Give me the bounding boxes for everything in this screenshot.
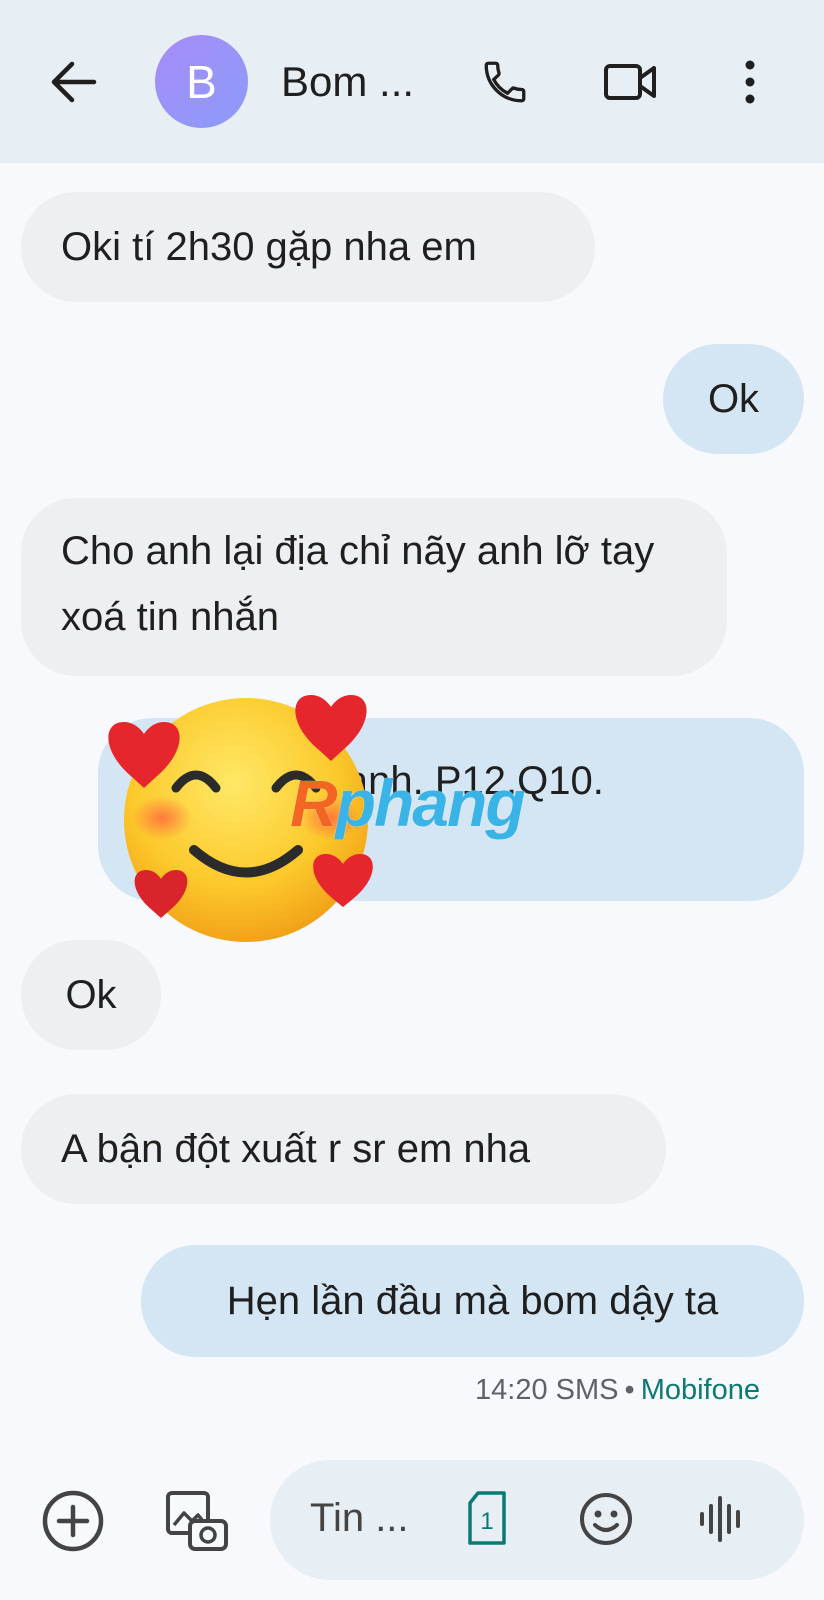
message-bubble-outgoing[interactable]: Ok [663,344,804,454]
carrier-name: Mobifone [640,1374,760,1406]
message-text: A bận đột xuất r sr em nha [61,1127,531,1171]
voice-message-icon[interactable] [695,1488,749,1550]
more-options-icon[interactable] [725,52,775,112]
watermark-text: Rphang [290,766,526,840]
back-arrow-icon[interactable] [44,52,104,112]
add-attachment-icon[interactable] [40,1488,106,1554]
message-bubble-incoming[interactable]: A bận đột xuất r sr em nha [21,1094,666,1204]
avatar[interactable]: B [155,35,248,128]
message-bubble-incoming[interactable]: Oki tí 2h30 gặp nha em [21,192,595,302]
message-text: Ok [65,973,117,1017]
contact-name[interactable]: Bom ... [281,58,414,106]
message-text: Cho anh lại địa chỉ nãy anh lỡ tay xoá t… [61,529,655,639]
message-time: 14:20 SMS [475,1374,619,1406]
sim-card-icon[interactable]: 1 [462,1488,512,1550]
video-call-icon[interactable] [598,52,662,112]
watermark-logo: Rphang [290,765,526,841]
message-input[interactable]: Tin ... [310,1496,409,1541]
gallery-camera-icon[interactable] [163,1488,231,1556]
message-bubble-incoming[interactable]: Ok [21,940,161,1050]
message-text: Oki tí 2h30 gặp nha em [61,225,477,269]
message-text: Hẹn lần đầu mà bom dậy ta [226,1279,719,1323]
sim-number: 1 [480,1508,493,1535]
message-bubble-outgoing[interactable]: Hẹn lần đầu mà bom dậy ta [141,1245,804,1357]
app-header: B Bom ... [0,0,824,163]
message-meta: 14:20 SMS • Mobifone [475,1374,760,1406]
phone-icon[interactable] [475,52,535,112]
message-composer[interactable]: Tin ... 1 [270,1460,804,1580]
emoji-icon[interactable] [575,1488,637,1550]
message-text: Ok [707,377,760,421]
message-bubble-incoming[interactable]: Cho anh lại địa chỉ nãy anh lỡ tay xoá t… [21,498,727,676]
